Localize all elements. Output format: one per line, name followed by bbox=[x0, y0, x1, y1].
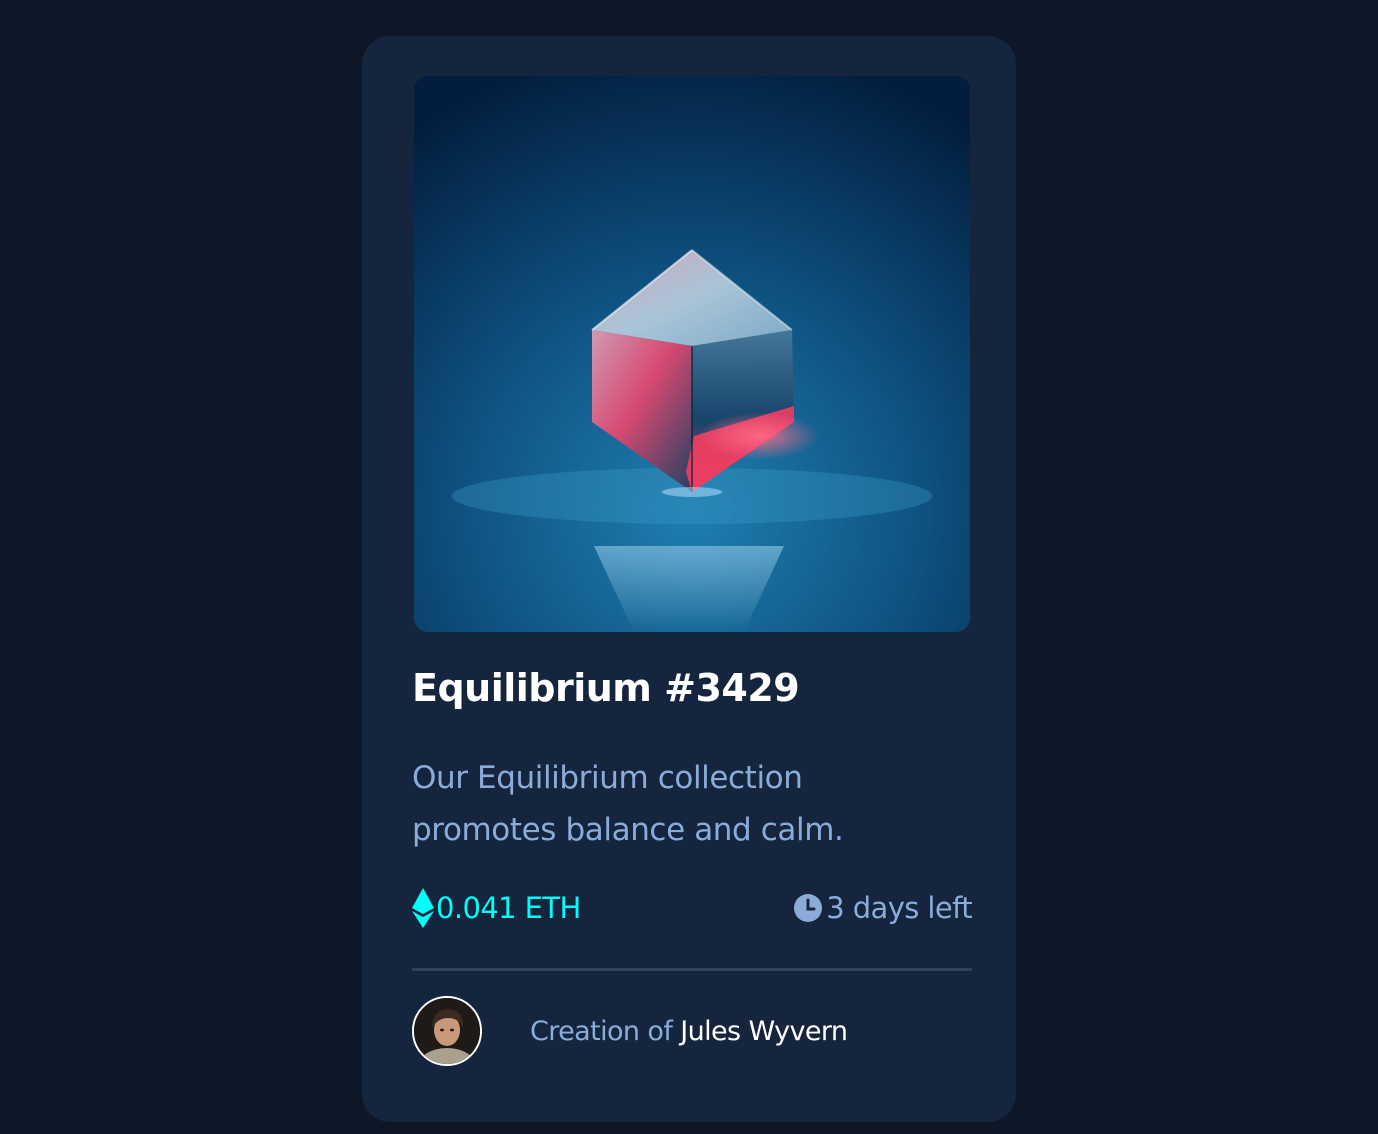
time-left-value: 3 days left bbox=[826, 891, 972, 925]
clock-icon bbox=[794, 894, 823, 922]
nft-card: Equilibrium #3429 Our Equilibrium collec… bbox=[362, 36, 1016, 1122]
creator-prefix: Creation of bbox=[530, 1015, 673, 1047]
creator-credit: Creation of Jules Wyvern bbox=[530, 1015, 848, 1047]
creator-name[interactable]: Jules Wyvern bbox=[680, 1016, 848, 1047]
page: Equilibrium #3429 Our Equilibrium collec… bbox=[0, 0, 1378, 1134]
ethereum-icon bbox=[412, 888, 434, 928]
avatar[interactable] bbox=[412, 996, 482, 1066]
time-left: 3 days left bbox=[794, 886, 973, 930]
nft-image[interactable] bbox=[414, 76, 970, 632]
nft-meta: 0.041 ETH 3 days left bbox=[412, 886, 973, 930]
nft-title[interactable]: Equilibrium #3429 bbox=[412, 666, 800, 710]
divider bbox=[412, 968, 972, 971]
price-value: 0.041 ETH bbox=[436, 891, 581, 925]
creator-row: Creation of Jules Wyvern bbox=[412, 996, 848, 1066]
nft-description: Our Equilibrium collection promotes bala… bbox=[412, 760, 844, 848]
price: 0.041 ETH bbox=[412, 886, 581, 930]
